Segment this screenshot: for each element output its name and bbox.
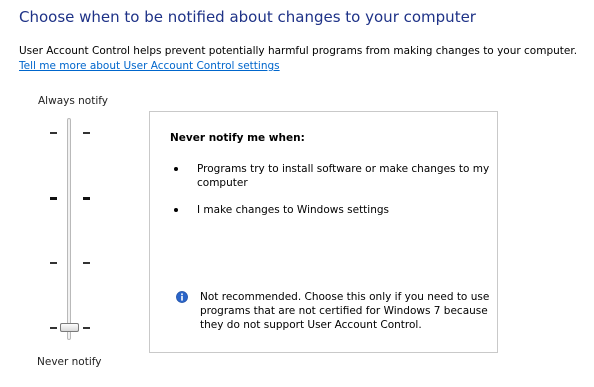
panel-heading: Never notify me when: — [170, 132, 305, 144]
uac-description: User Account Control helps prevent poten… — [19, 45, 578, 57]
slider-tick-always-right — [83, 132, 90, 134]
list-item-text: I make changes to Windows settings — [197, 204, 390, 216]
slider-tick-nodim-left — [50, 262, 57, 264]
warning-text: Not recommended. Choose this only if you… — [200, 291, 490, 331]
list-item: Programs try to install software or make… — [170, 162, 490, 190]
slider-tick-never-right — [83, 327, 90, 329]
slider-track[interactable] — [67, 118, 71, 340]
bullet-icon — [174, 208, 178, 212]
uac-help-link[interactable]: Tell me more about User Account Control … — [19, 60, 280, 72]
info-icon — [176, 291, 188, 303]
bullet-icon — [174, 167, 178, 171]
slider-tick-always-left — [50, 132, 57, 134]
slider-tick-never-left — [50, 327, 57, 329]
notification-level-slider[interactable] — [40, 118, 100, 350]
never-notify-label: Never notify — [37, 356, 102, 368]
level-description-panel: Never notify me when: Programs try to in… — [149, 111, 498, 353]
slider-tick-default-left — [50, 197, 57, 200]
always-notify-label: Always notify — [38, 95, 108, 107]
slider-thumb[interactable] — [60, 323, 79, 332]
list-item: I make changes to Windows settings — [170, 203, 490, 217]
list-item-text: Programs try to install software or make… — [197, 163, 490, 189]
slider-tick-nodim-right — [83, 262, 90, 264]
page-title: Choose when to be notified about changes… — [19, 8, 476, 26]
slider-tick-default-right — [83, 197, 90, 200]
